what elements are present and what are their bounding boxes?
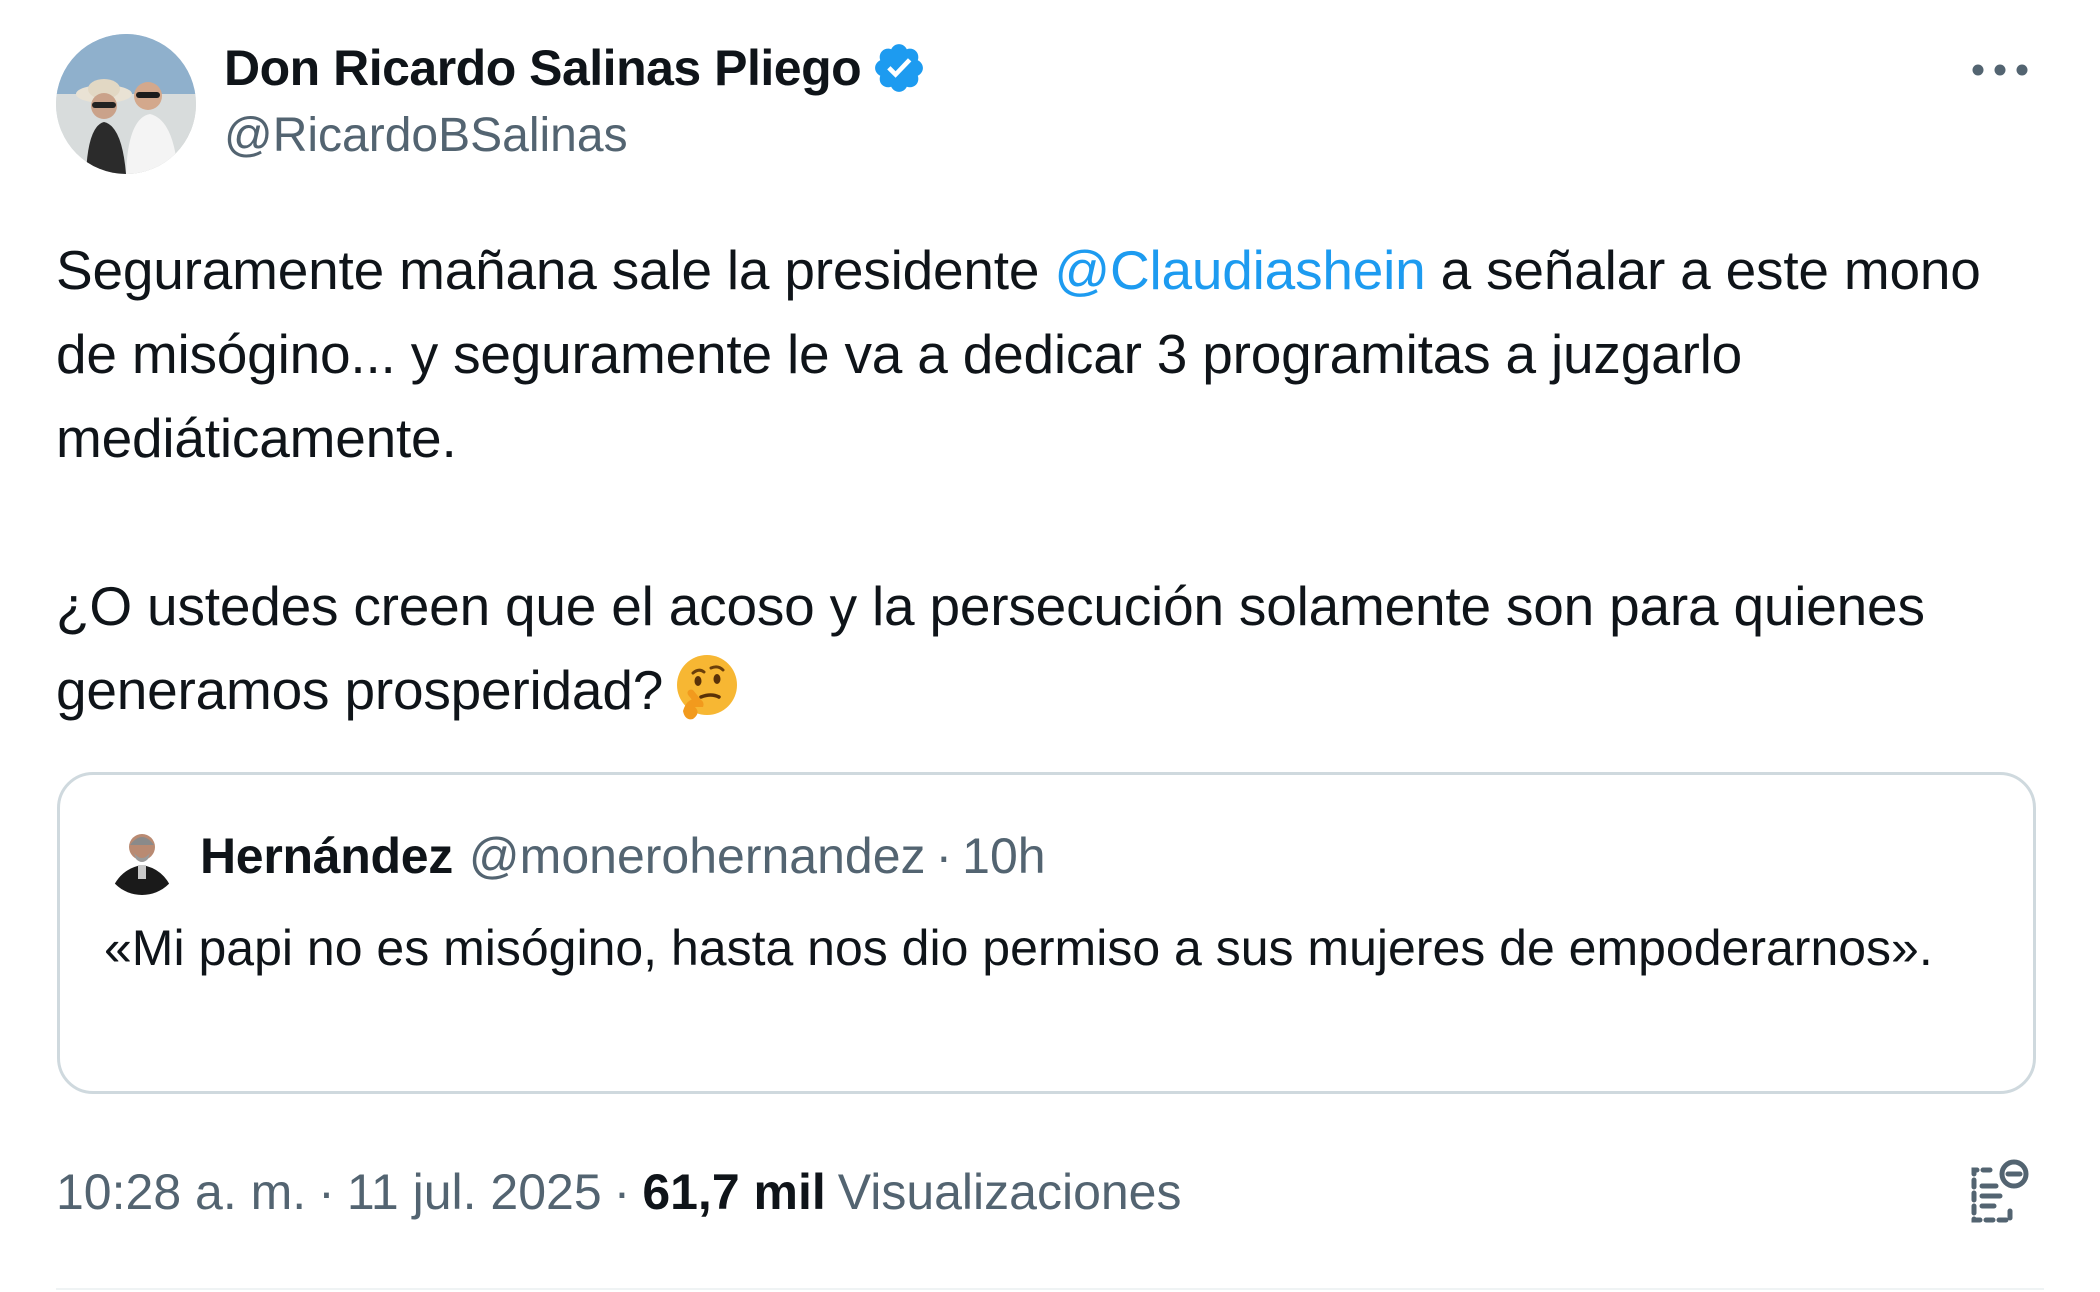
quoted-author-avatar[interactable] xyxy=(104,819,180,895)
tweet-time[interactable]: 10:28 a. m. xyxy=(56,1163,306,1221)
divider xyxy=(56,1288,2044,1290)
tweet: Don Ricardo Salinas Pliego @RicardoBSali… xyxy=(0,0,2100,1292)
meta-separator: · xyxy=(613,1164,631,1220)
mention-link[interactable]: @Claudiashein xyxy=(1054,239,1425,301)
quoted-separator: · xyxy=(935,828,953,884)
tweet-paragraph-1: Seguramente mañana sale la presidente @C… xyxy=(56,228,2046,480)
notes-analytics-icon xyxy=(1971,1159,2029,1223)
tweet-text-start: Seguramente mañana sale la presidente xyxy=(56,239,1055,301)
quoted-author-handle[interactable]: @monerohernandez xyxy=(469,827,926,885)
quoted-tweet-text: «Mi papi no es misógino, hasta nos dio p… xyxy=(104,920,1933,976)
author-name-row[interactable]: Don Ricardo Salinas Pliego xyxy=(224,36,927,100)
meta-separator: · xyxy=(318,1164,335,1220)
views-count: 61,7 mil xyxy=(642,1164,826,1220)
verified-badge-icon xyxy=(871,40,927,96)
quoted-tweet-header: Hernández @monerohernandez · 10h xyxy=(200,821,1046,891)
tweet-date[interactable]: 11 jul. 2025 xyxy=(347,1163,602,1221)
more-horizontal-icon xyxy=(1972,64,2028,76)
thinking-face-icon xyxy=(671,651,743,723)
quoted-tweet-card[interactable]: Hernández @monerohernandez · 10h «Mi pap… xyxy=(57,772,2036,1094)
quoted-author-name[interactable]: Hernández xyxy=(200,827,453,885)
views-label: Visualizaciones xyxy=(837,1164,1182,1220)
tweet-meta: 10:28 a. m. · 11 jul. 2025 · 61,7 mil Vi… xyxy=(56,1160,1182,1224)
author-handle[interactable]: @RicardoBSalinas xyxy=(224,108,628,163)
tweet-paragraph-2: ¿O ustedes creen que el acoso y la perse… xyxy=(56,564,2046,732)
more-options-button[interactable] xyxy=(1960,50,2040,90)
tweet-paragraph-2-text: ¿O ustedes creen que el acoso y la perse… xyxy=(56,575,1925,721)
author-name[interactable]: Don Ricardo Salinas Pliego xyxy=(224,39,862,97)
analytics-button[interactable] xyxy=(1960,1154,2036,1230)
author-avatar[interactable] xyxy=(56,34,196,174)
tweet-text: Seguramente mañana sale la presidente @C… xyxy=(56,228,2046,732)
quoted-timestamp[interactable]: 10h xyxy=(962,827,1045,885)
